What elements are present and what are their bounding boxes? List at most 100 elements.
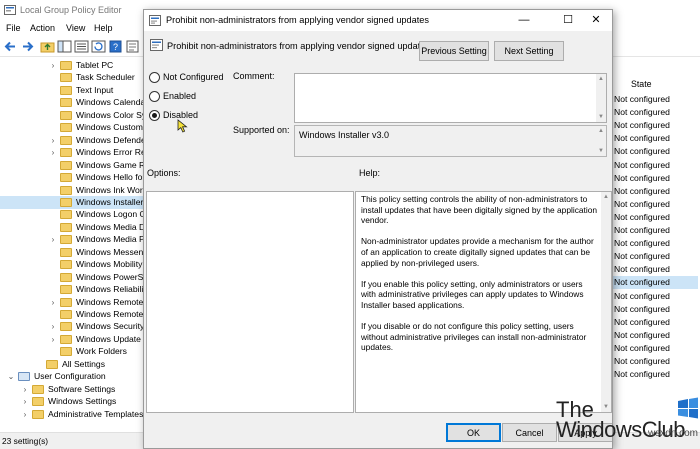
tree-item[interactable]: Windows Logon Options — [0, 208, 144, 221]
comment-scrollbar[interactable]: ▲ ▼ — [596, 74, 606, 122]
tree-item[interactable]: Windows Mobility Center — [0, 258, 144, 271]
state-cell[interactable]: Not configured — [614, 263, 670, 276]
state-cell[interactable]: Not configured — [612, 276, 698, 290]
chevron-right-icon[interactable]: › — [48, 233, 58, 246]
tree-item[interactable]: Windows Color System — [0, 109, 144, 122]
scroll-up-arrow-icon[interactable]: ▲ — [596, 126, 606, 136]
state-cell[interactable]: Not configured — [614, 93, 670, 106]
ok-button[interactable]: OK — [446, 423, 501, 442]
tree-item[interactable]: ⌄ User Configuration — [0, 370, 144, 383]
state-column-header[interactable]: State — [612, 76, 700, 92]
menu-action[interactable]: Action — [30, 23, 55, 33]
dialog-title-bar[interactable]: Prohibit non-administrators from applyin… — [144, 10, 612, 31]
show-hide-tree-icon[interactable] — [57, 39, 72, 54]
up-folder-icon[interactable] — [40, 39, 55, 54]
tree-item[interactable]: All Settings — [0, 358, 144, 371]
tree-item[interactable]: › Administrative Templates — [0, 408, 144, 421]
scroll-up-arrow-icon[interactable]: ▲ — [596, 74, 606, 84]
chevron-down-icon[interactable]: ⌄ — [6, 370, 16, 383]
radio-disabled[interactable]: Disabled — [149, 109, 229, 123]
list-view-icon[interactable] — [74, 39, 89, 54]
state-cell[interactable]: Not configured — [614, 368, 670, 381]
close-button[interactable]: ✕ — [578, 10, 612, 31]
state-cell[interactable]: Not configured — [614, 355, 670, 368]
chevron-right-icon[interactable]: › — [48, 320, 58, 333]
help-panel[interactable]: This policy setting controls the ability… — [355, 191, 612, 413]
next-setting-button[interactable]: Next Setting — [494, 41, 564, 61]
state-cell[interactable]: Not configured — [614, 316, 670, 329]
state-cell[interactable]: Not configured — [614, 172, 670, 185]
tree-item[interactable]: › Windows Update — [0, 333, 144, 346]
tree-item[interactable]: Task Scheduler — [0, 71, 144, 84]
state-cell[interactable]: Not configured — [614, 303, 670, 316]
menu-file[interactable]: File — [6, 23, 21, 33]
state-cell[interactable]: Not configured — [614, 132, 670, 145]
scroll-down-arrow-icon[interactable]: ▼ — [596, 146, 606, 156]
back-arrow-icon[interactable] — [3, 39, 18, 54]
tree-item[interactable]: › Windows Security — [0, 320, 144, 333]
tree-item[interactable]: Work Folders — [0, 345, 144, 358]
state-cell[interactable]: Not configured — [614, 119, 670, 132]
radio-disabled-circle[interactable] — [149, 110, 160, 121]
state-cell[interactable]: Not configured — [614, 198, 670, 211]
tree-item[interactable]: › Tablet PC — [0, 59, 144, 72]
state-cell[interactable]: Not configured — [614, 185, 670, 198]
menu-help[interactable]: Help — [94, 23, 113, 33]
chevron-down-icon[interactable]: › — [20, 408, 30, 421]
state-cell[interactable]: Not configured — [614, 329, 670, 342]
radio-enabled-circle[interactable] — [149, 91, 160, 102]
chevron-right-icon[interactable]: › — [48, 134, 58, 147]
chevron-right-icon[interactable]: › — [48, 146, 58, 159]
state-cell[interactable]: Not configured — [614, 290, 670, 303]
scroll-down-arrow-icon[interactable]: ▼ — [596, 112, 606, 122]
chevron-right-icon[interactable]: › — [48, 333, 58, 346]
tree-item[interactable]: Windows Messenger — [0, 246, 144, 259]
state-cell[interactable]: Not configured — [614, 237, 670, 250]
supported-on-scrollbar[interactable]: ▲ ▼ — [596, 126, 606, 156]
comment-textbox[interactable]: ▲ ▼ — [294, 73, 607, 123]
state-cell[interactable]: Not configured — [614, 250, 670, 263]
state-cell[interactable]: Not configured — [614, 159, 670, 172]
radio-not-configured[interactable]: Not Configured — [149, 71, 229, 85]
tree-item[interactable]: Windows Calendar — [0, 96, 144, 109]
help-scrollbar[interactable]: ▲ ▼ — [601, 192, 611, 412]
tree-item[interactable]: › Windows Error Reporting — [0, 146, 144, 159]
tree-item[interactable]: Text Input — [0, 84, 144, 97]
chevron-right-icon[interactable]: › — [48, 296, 58, 309]
properties-icon[interactable] — [125, 39, 140, 54]
forward-arrow-icon[interactable] — [20, 39, 35, 54]
tree-item[interactable]: Windows Reliability — [0, 283, 144, 296]
tree-item[interactable]: Windows Customer — [0, 121, 144, 134]
tree-item[interactable]: Windows Game Recording — [0, 159, 144, 172]
tree-item[interactable]: › Windows Defender — [0, 134, 144, 147]
tree-item[interactable]: › Windows Remote Management — [0, 296, 144, 309]
tree-item[interactable]: › Windows Media Player — [0, 233, 144, 246]
tree-item[interactable]: › Windows Settings — [0, 395, 144, 408]
state-cell[interactable]: Not configured — [614, 211, 670, 224]
minimize-button[interactable]: — — [506, 10, 542, 31]
scroll-up-arrow-icon[interactable]: ▲ — [601, 192, 611, 202]
chevron-down-icon[interactable]: › — [20, 395, 30, 408]
menu-view[interactable]: View — [66, 23, 85, 33]
chevron-right-icon[interactable]: › — [48, 59, 58, 72]
tree-item[interactable]: › Software Settings — [0, 383, 144, 396]
policy-tree[interactable]: › Tablet PC Task Scheduler Text Input Window… — [0, 57, 144, 432]
previous-setting-button[interactable]: Previous Setting — [419, 41, 489, 61]
tree-item[interactable]: Windows Remote Shell — [0, 308, 144, 321]
tree-item[interactable]: Windows Hello for Business — [0, 171, 144, 184]
tree-item[interactable]: Windows PowerShell — [0, 271, 144, 284]
radio-enabled[interactable]: Enabled — [149, 90, 229, 104]
state-cell[interactable]: Not configured — [614, 224, 670, 237]
refresh-icon[interactable] — [91, 39, 106, 54]
chevron-down-icon[interactable]: › — [20, 383, 30, 396]
tree-item[interactable]: Windows Installer — [0, 195, 144, 209]
state-cell[interactable]: Not configured — [614, 106, 670, 119]
state-cell[interactable]: Not configured — [614, 145, 670, 158]
radio-not-configured-circle[interactable] — [149, 72, 160, 83]
state-cell[interactable]: Not configured — [614, 342, 670, 355]
help-book-icon[interactable]: ? — [108, 39, 123, 54]
tree-item[interactable]: Windows Ink Workspace — [0, 184, 144, 197]
tree-item[interactable]: Windows Media Digital — [0, 221, 144, 234]
cancel-button[interactable]: Cancel — [502, 423, 557, 442]
tree-item-label: Windows Ink Workspace — [76, 184, 144, 195]
